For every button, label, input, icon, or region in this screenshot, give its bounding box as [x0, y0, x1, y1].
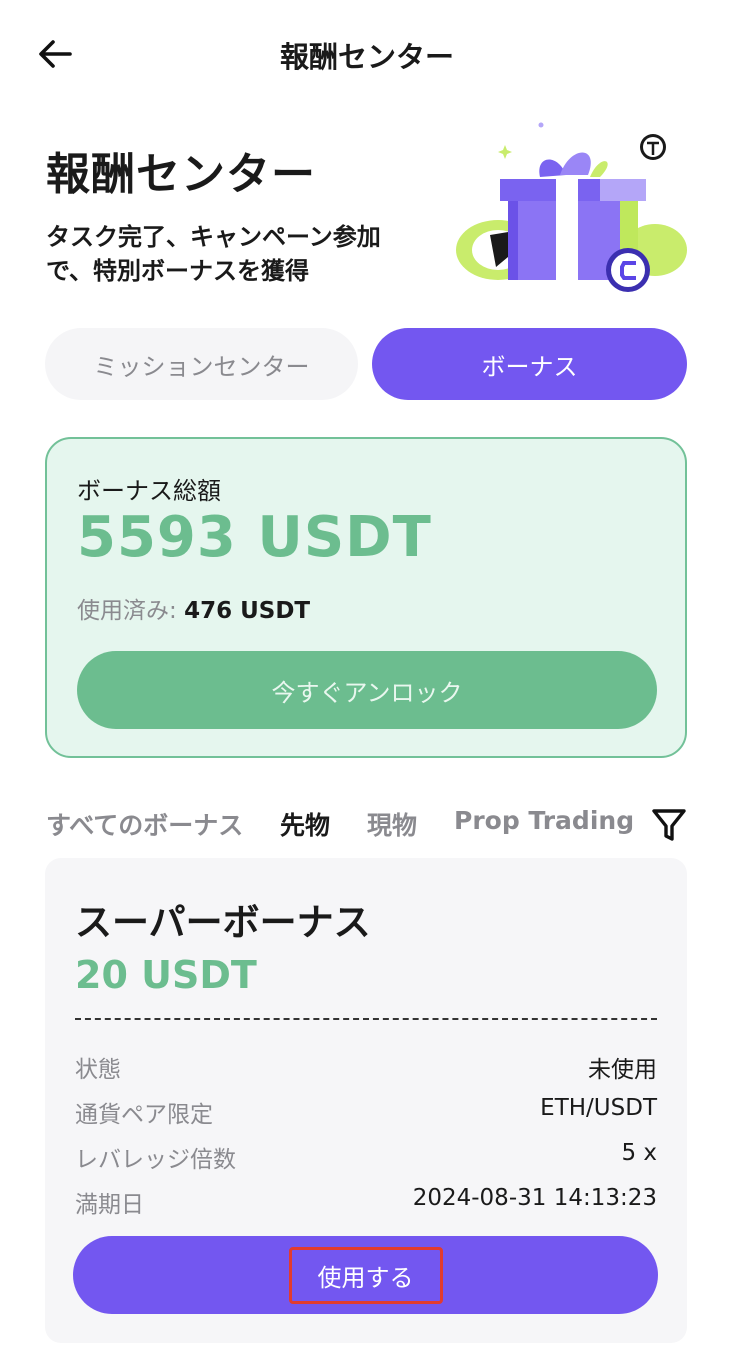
detail-label: 通貨ペア限定: [75, 1102, 213, 1128]
hero-subtitle: タスク完了、キャンペーン参加で、特別ボーナスを獲得: [46, 223, 381, 285]
detail-row-status: 状態 未使用: [75, 1050, 657, 1083]
bonus-name: スーパーボーナス: [75, 901, 371, 944]
detail-row-leverage: レバレッジ倍数 5 x: [75, 1140, 657, 1173]
navigation-bar: 報酬センター: [0, 0, 734, 110]
dashed-divider: [75, 1018, 657, 1020]
use-bonus-button[interactable]: 使用する: [73, 1236, 658, 1314]
bonus-filter-tabs: すべてのボーナス 先物 現物 Prop Trading: [46, 806, 696, 846]
filter-futures[interactable]: 先物: [280, 806, 330, 842]
page-title: 報酬センター: [279, 40, 454, 74]
detail-value: 2024-08-31 14:13:23: [412, 1185, 657, 1211]
unlock-now-button[interactable]: 今すぐアンロック: [77, 651, 657, 729]
detail-label: 満期日: [75, 1192, 144, 1218]
tab-mission-center[interactable]: ミッションセンター: [45, 328, 358, 400]
detail-row-pair: 通貨ペア限定 ETH/USDT: [75, 1095, 657, 1128]
bonus-card: スーパーボーナス 20 USDT 状態 未使用 通貨ペア限定 ETH/USDT …: [45, 858, 687, 1343]
detail-label: レバレッジ倍数: [75, 1147, 236, 1173]
used-label: 使用済み:: [77, 598, 177, 624]
bonus-value: 20 USDT: [75, 953, 257, 997]
filter-all-bonuses[interactable]: すべてのボーナス: [46, 806, 243, 842]
use-bonus-label: 使用する: [288, 1246, 443, 1304]
funnel-icon[interactable]: [650, 806, 688, 844]
bonus-summary-card: ボーナス総額 5593 USDT 使用済み: 476 USDT 今すぐアンロック: [45, 437, 687, 758]
detail-row-expiry: 満期日 2024-08-31 14:13:23: [75, 1185, 657, 1218]
detail-value: ETH/USDT: [540, 1095, 657, 1121]
used-amount: 使用済み: 476 USDT: [77, 591, 310, 625]
filter-prop-trading[interactable]: Prop Trading: [454, 806, 634, 835]
total-bonus-label: ボーナス総額: [77, 477, 221, 505]
detail-value: 未使用: [588, 1057, 657, 1083]
tab-bonus[interactable]: ボーナス: [372, 328, 687, 400]
detail-value: 5 x: [621, 1140, 657, 1166]
filter-spot[interactable]: 現物: [367, 806, 417, 842]
gift-box-illustration: [450, 115, 695, 300]
hero-title: 報酬センター: [46, 149, 316, 200]
used-value: 476 USDT: [184, 598, 311, 624]
detail-label: 状態: [75, 1057, 121, 1083]
total-bonus-amount: 5593 USDT: [77, 505, 432, 570]
